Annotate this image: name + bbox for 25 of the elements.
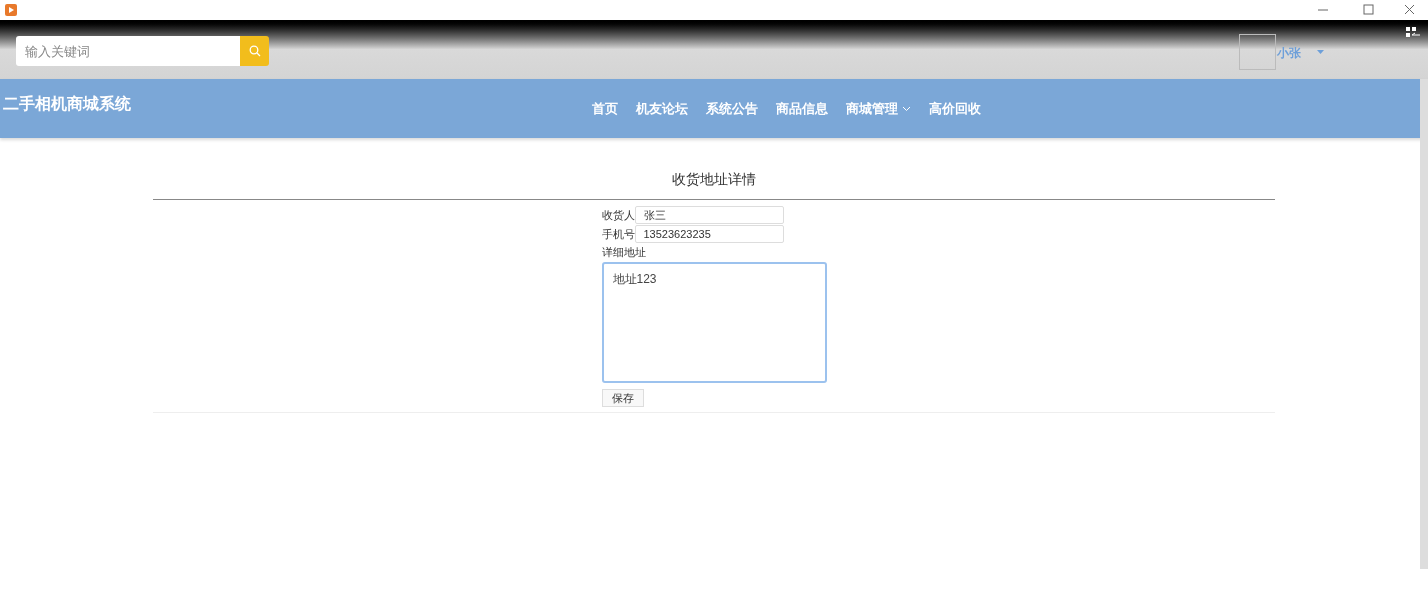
page-title: 收货地址详情 [672, 171, 756, 187]
field-label: 手机号 [601, 226, 635, 242]
scrollbar[interactable] [1420, 79, 1428, 569]
nav-link[interactable]: 商城管理 [846, 98, 911, 119]
nav-link[interactable]: 商品信息 [776, 98, 828, 119]
app-icon [5, 4, 17, 16]
nav-link[interactable]: 高价回收 [929, 98, 981, 119]
site-title: 二手相机商城系统 [3, 94, 131, 114]
grid-icon[interactable] [1406, 27, 1420, 39]
field-label: 收货人 [601, 207, 635, 223]
search-field[interactable]: 输入关键词 [16, 36, 240, 66]
avatar-placeholder [1239, 34, 1276, 70]
nav-link[interactable]: 机友论坛 [636, 98, 688, 119]
chevron-icon [902, 105, 911, 112]
nav-link[interactable]: 首页 [592, 98, 618, 119]
text-field[interactable]: 13523623235 [634, 225, 784, 243]
save-button[interactable]: 保存 [601, 388, 644, 407]
address-field[interactable]: 地址123 [601, 261, 827, 383]
nav-link[interactable]: 系统公告 [706, 98, 758, 119]
user-name[interactable]: 小张 [1277, 44, 1301, 62]
search-button[interactable] [240, 36, 269, 66]
search-icon [248, 45, 261, 57]
text-field[interactable]: 张三 [634, 206, 784, 224]
caret-icon[interactable] [1317, 50, 1324, 54]
field-label: 详细地址 [601, 245, 647, 260]
